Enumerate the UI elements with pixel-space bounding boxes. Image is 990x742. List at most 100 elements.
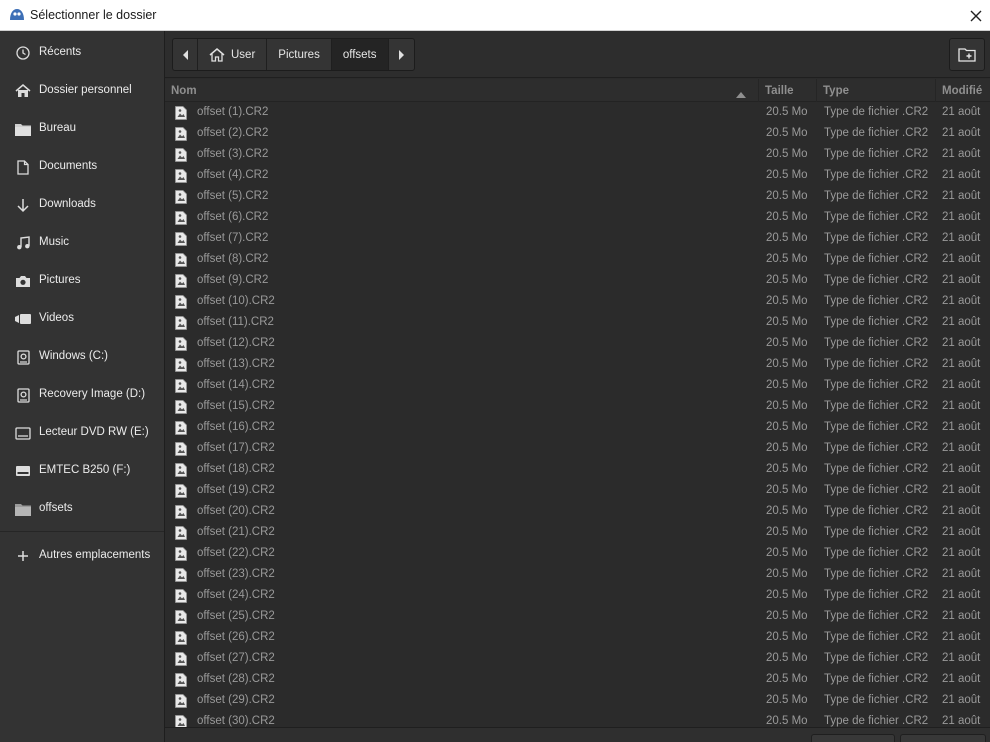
table-row[interactable]: offset (26).CR2 20.5 Mo Type de fichier .C… [165, 628, 990, 649]
file-size-cell: 20.5 Mo [766, 673, 808, 685]
file-name-cell: offset (24).CR2 [197, 589, 275, 601]
header-toolbar: User Pictures offsets [165, 31, 990, 78]
file-modified-cell: 21 août [942, 610, 981, 622]
file-type-cell: Type de fichier .CR2 [824, 169, 929, 181]
file-type-cell: Type de fichier .CR2 [824, 715, 929, 727]
file-name-cell: offset (28).CR2 [197, 673, 275, 685]
table-row[interactable]: offset (19).CR2 20.5 Mo Type de fichier .C… [165, 481, 990, 502]
table-row[interactable]: offset (25).CR2 20.5 Mo Type de fichier .C… [165, 607, 990, 628]
sidebar-item-dvd-e[interactable]: Lecteur DVD RW (E:) [0, 414, 164, 452]
sidebar-item-label: Lecteur DVD RW (E:) [39, 426, 149, 438]
image-file-icon [175, 106, 187, 120]
file-type-cell: Type de fichier .CR2 [824, 295, 929, 307]
table-row[interactable]: offset (13).CR2 20.5 Mo Type de fichier .C… [165, 355, 990, 376]
table-row[interactable]: offset (27).CR2 20.5 Mo Type de fichier .C… [165, 649, 990, 670]
sidebar-item-videos[interactable]: Videos [0, 300, 164, 338]
file-type-cell: Type de fichier .CR2 [824, 232, 929, 244]
file-modified-cell: 21 août [942, 568, 981, 580]
home-icon [15, 83, 31, 99]
column-header-modified[interactable]: Modifié [935, 79, 990, 102]
path-forward-button[interactable] [389, 39, 414, 70]
table-row[interactable]: offset (29).CR2 20.5 Mo Type de fichier .C… [165, 691, 990, 712]
file-size-cell: 20.5 Mo [766, 526, 808, 538]
file-name-cell: offset (1).CR2 [197, 106, 269, 118]
column-header-size[interactable]: Taille [758, 79, 815, 102]
sidebar-item-pictures[interactable]: Pictures [0, 262, 164, 300]
file-name-cell: offset (29).CR2 [197, 694, 275, 706]
table-row[interactable]: offset (9).CR2 20.5 Mo Type de fichier .CR… [165, 271, 990, 292]
file-size-cell: 20.5 Mo [766, 211, 808, 223]
file-name-cell: offset (26).CR2 [197, 631, 275, 643]
sidebar-item-windows-c[interactable]: Windows (C:) [0, 338, 164, 376]
title-bar: Sélectionner le dossier [0, 0, 990, 31]
file-size-cell: 20.5 Mo [766, 127, 808, 139]
table-row[interactable]: offset (5).CR2 20.5 Mo Type de fichier .CR… [165, 187, 990, 208]
file-size-cell: 20.5 Mo [766, 568, 808, 580]
sidebar-item-recents[interactable]: Récents [0, 34, 164, 72]
select-button[interactable] [900, 734, 986, 742]
file-list[interactable]: Nom Taille Type Modifié offset (1).CR2 20… [165, 79, 990, 727]
app-logo-icon [9, 7, 25, 21]
file-size-cell: 20.5 Mo [766, 505, 808, 517]
table-row[interactable]: offset (30).CR2 20.5 Mo Type de fichier .C… [165, 712, 990, 727]
table-row[interactable]: offset (1).CR2 20.5 Mo Type de fichier .CR… [165, 103, 990, 124]
cancel-button[interactable] [811, 734, 895, 742]
table-row[interactable]: offset (7).CR2 20.5 Mo Type de fichier .CR… [165, 229, 990, 250]
document-icon [15, 159, 31, 175]
sidebar-item-music[interactable]: Music [0, 224, 164, 262]
file-type-cell: Type de fichier .CR2 [824, 442, 929, 454]
column-header-type[interactable]: Type [816, 79, 934, 102]
file-modified-cell: 21 août [942, 463, 981, 475]
sidebar-item-recovery-d[interactable]: Recovery Image (D:) [0, 376, 164, 414]
column-header-name[interactable]: Nom [165, 79, 757, 102]
image-file-icon [175, 463, 187, 477]
path-segment-user[interactable]: User [198, 39, 268, 70]
file-type-cell: Type de fichier .CR2 [824, 694, 929, 706]
table-row[interactable]: offset (24).CR2 20.5 Mo Type de fichier .C… [165, 586, 990, 607]
file-name-cell: offset (5).CR2 [197, 190, 269, 202]
file-size-cell: 20.5 Mo [766, 379, 808, 391]
sidebar-item-documents[interactable]: Documents [0, 148, 164, 186]
folder-icon [15, 501, 31, 517]
sidebar-item-emtec-f[interactable]: EMTEC B250 (F:) [0, 452, 164, 490]
file-type-cell: Type de fichier .CR2 [824, 316, 929, 328]
table-row[interactable]: offset (23).CR2 20.5 Mo Type de fichier .C… [165, 565, 990, 586]
table-row[interactable]: offset (17).CR2 20.5 Mo Type de fichier .C… [165, 439, 990, 460]
table-row[interactable]: offset (11).CR2 20.5 Mo Type de fichier .C… [165, 313, 990, 334]
file-modified-cell: 21 août [942, 694, 981, 706]
table-row[interactable]: offset (28).CR2 20.5 Mo Type de fichier .C… [165, 670, 990, 691]
table-row[interactable]: offset (2).CR2 20.5 Mo Type de fichier .CR… [165, 124, 990, 145]
table-row[interactable]: offset (10).CR2 20.5 Mo Type de fichier .C… [165, 292, 990, 313]
file-name-cell: offset (6).CR2 [197, 211, 269, 223]
sidebar-item-offsets[interactable]: offsets [0, 490, 164, 528]
sidebar-item-home[interactable]: Dossier personnel [0, 72, 164, 110]
path-back-button[interactable] [173, 39, 198, 70]
sidebar-item-label: Videos [39, 312, 74, 324]
image-file-icon [175, 442, 187, 456]
sidebar-item-label: Windows (C:) [39, 350, 109, 362]
table-row[interactable]: offset (4).CR2 20.5 Mo Type de fichier .CR… [165, 166, 990, 187]
table-row[interactable]: offset (21).CR2 20.5 Mo Type de fichier .C… [165, 523, 990, 544]
table-row[interactable]: offset (8).CR2 20.5 Mo Type de fichier .CR… [165, 250, 990, 271]
sidebar-item-desktop[interactable]: Bureau [0, 110, 164, 148]
file-size-cell: 20.5 Mo [766, 106, 808, 118]
file-type-cell: Type de fichier .CR2 [824, 400, 929, 412]
table-row[interactable]: offset (14).CR2 20.5 Mo Type de fichier .C… [165, 376, 990, 397]
path-segment-offsets[interactable]: offsets [331, 39, 389, 70]
sidebar-item-other-locations[interactable]: Autres emplacements [0, 537, 164, 575]
table-row[interactable]: offset (6).CR2 20.5 Mo Type de fichier .CR… [165, 208, 990, 229]
new-folder-button[interactable] [949, 38, 985, 71]
path-segment-pictures[interactable]: Pictures [267, 39, 332, 70]
table-row[interactable]: offset (18).CR2 20.5 Mo Type de fichier .C… [165, 460, 990, 481]
sidebar-item-label: Pictures [39, 274, 81, 286]
file-size-cell: 20.5 Mo [766, 253, 808, 265]
table-row[interactable]: offset (20).CR2 20.5 Mo Type de fichier .C… [165, 502, 990, 523]
table-row[interactable]: offset (16).CR2 20.5 Mo Type de fichier .C… [165, 418, 990, 439]
table-row[interactable]: offset (12).CR2 20.5 Mo Type de fichier .C… [165, 334, 990, 355]
file-name-cell: offset (27).CR2 [197, 652, 275, 664]
sidebar-item-downloads[interactable]: Downloads [0, 186, 164, 224]
close-button[interactable] [964, 4, 988, 28]
table-row[interactable]: offset (3).CR2 20.5 Mo Type de fichier .CR… [165, 145, 990, 166]
table-row[interactable]: offset (15).CR2 20.5 Mo Type de fichier .C… [165, 397, 990, 418]
table-row[interactable]: offset (22).CR2 20.5 Mo Type de fichier .C… [165, 544, 990, 565]
